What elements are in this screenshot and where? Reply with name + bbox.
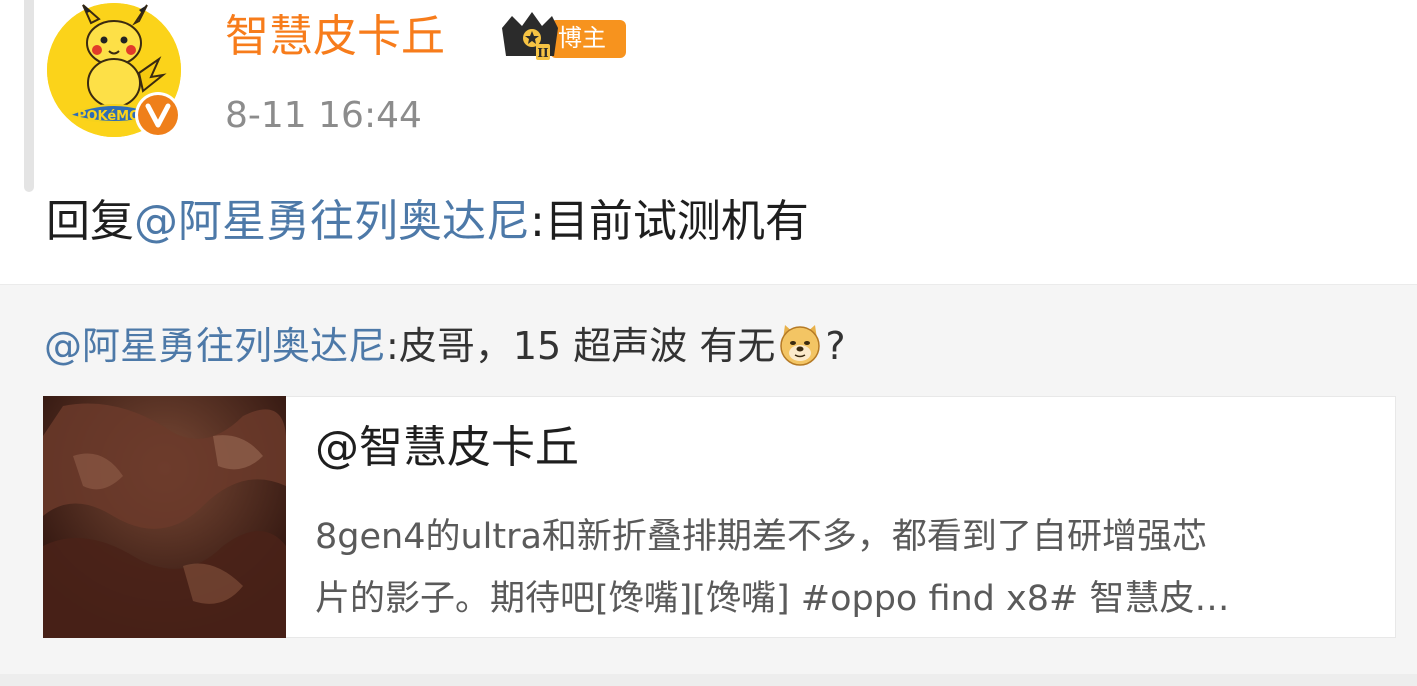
card-description: 8gen4的ultra和新折叠排期差不多，都看到了自研增强芯 片的影子。期待吧[… [315, 506, 1385, 630]
thumbnail-image-icon [43, 396, 286, 638]
post-timestamp: 8-11 16:44 [225, 95, 422, 136]
reply-mention-link[interactable]: @阿星勇往列奥达尼 [134, 196, 530, 247]
card-thumbnail[interactable] [43, 396, 286, 638]
reply-separator: : [530, 196, 545, 247]
thread-indent-bar [24, 0, 34, 192]
reply-content: 回复@阿星勇往列奥达尼:目前试测机有 [46, 190, 809, 254]
verified-v-icon [135, 92, 181, 138]
quoted-separator: : [386, 324, 399, 368]
card-desc-line: 8gen4的ultra和新折叠排期差不多，都看到了自研增强芯 [315, 517, 1207, 557]
doge-emoji-icon [777, 321, 823, 367]
quoted-body: 皮哥，15 超声波 有无 [398, 324, 776, 368]
badge-label: 博主 [558, 24, 606, 52]
quoted-comment-text: @阿星勇往列奥达尼:皮哥，15 超声波 有无 ? [44, 318, 846, 374]
svg-text:II: II [537, 46, 549, 60]
card-title[interactable]: @智慧皮卡丘 [315, 418, 579, 478]
bottom-divider [0, 674, 1417, 686]
reply-body: 目前试测机有 [544, 196, 809, 247]
card-desc-line: 片的影子。期待吧[馋嘴][馋嘴] #oppo find x8# 智慧皮… [315, 579, 1230, 619]
quoted-mention-link[interactable]: @阿星勇往列奥达尼 [44, 324, 386, 368]
author-name[interactable]: 智慧皮卡丘 [225, 6, 445, 68]
reply-prefix: 回复 [46, 196, 134, 247]
quoted-suffix: ? [825, 324, 846, 368]
